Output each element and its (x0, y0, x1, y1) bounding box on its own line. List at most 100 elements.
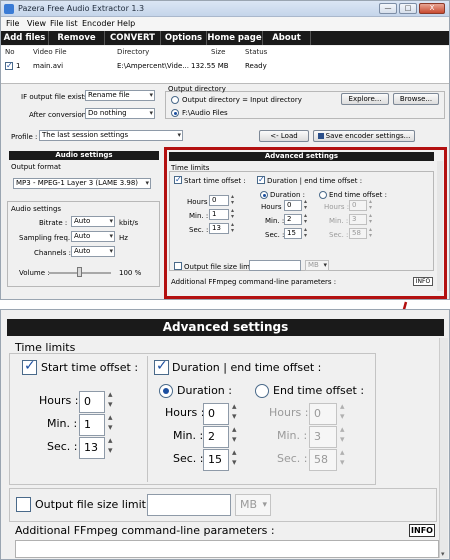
col-video-file[interactable]: Video File (33, 48, 67, 56)
toolbar: Add files Remove CONVERT Options Home pa… (1, 31, 449, 45)
explore-button[interactable]: Explore... (341, 93, 389, 105)
row-no: 1 (16, 62, 21, 70)
output-format-select[interactable]: MP3 - MPEG-1 Layer 3 (LAME 3.98) (13, 178, 151, 189)
bitrate-unit: kbit/s (119, 219, 139, 227)
zoom-dur-min-input[interactable]: 2 (203, 426, 229, 448)
volume-value: 100 % (119, 269, 142, 277)
zoom-size-unit-value: MB (240, 498, 258, 511)
zoom-end-min-input[interactable]: 3 (309, 426, 337, 448)
zoom-start-offset-checkbox[interactable] (22, 358, 37, 375)
zoom-info-button[interactable]: INFO (409, 524, 435, 537)
zoom-end-sec-label: Sec. : (277, 452, 308, 465)
browse-button[interactable]: Browse... (393, 93, 439, 105)
col-directory[interactable]: Directory (117, 48, 149, 56)
app-icon (4, 4, 14, 14)
window-title: Pazera Free Audio Extractor 1.3 (18, 4, 145, 13)
maximize-button[interactable]: □ (399, 3, 417, 14)
zoom-dropdown-icon: ▾ (262, 500, 267, 510)
zoom-dur-sec-label: Sec. : (173, 452, 204, 465)
audio-settings-header: Audio settings (9, 151, 159, 160)
scroll-down-icon[interactable]: ▾ (441, 550, 445, 558)
close-button[interactable]: X (419, 3, 445, 14)
zoom-start-hours-input[interactable]: 0 (79, 391, 105, 413)
file-list[interactable]: No Video File Directory Size Status 1 ma… (1, 46, 449, 84)
if-exists-select[interactable]: Rename file (85, 90, 155, 101)
zoom-end-min-spinner[interactable] (340, 425, 349, 448)
convert-button[interactable]: CONVERT (105, 31, 161, 45)
zoom-dur-hours-spinner[interactable] (232, 402, 241, 425)
highlight-frame (164, 147, 447, 299)
row-checkbox[interactable] (5, 61, 13, 70)
after-conversion-select[interactable]: Do nothing (85, 108, 155, 119)
zoom-start-sec-input[interactable]: 13 (79, 437, 105, 459)
zoom-duration-end-label: Duration | end time offset : (172, 361, 322, 374)
zoom-ffmpeg-params-input[interactable] (15, 540, 439, 558)
zoom-end-hours-input[interactable]: 0 (309, 403, 337, 425)
options-button[interactable]: Options (161, 31, 207, 45)
zoom-start-hours-spinner[interactable] (108, 390, 117, 413)
zoom-end-hours-spinner[interactable] (340, 402, 349, 425)
row-file[interactable]: main.avi (33, 62, 63, 70)
profile-select[interactable]: The last session settings (39, 130, 183, 141)
output-eq-input-radio[interactable] (171, 96, 179, 104)
row-dir: E:\Ampercent\Vide... (117, 62, 189, 70)
freq-unit: Hz (119, 234, 128, 242)
menu-file[interactable]: File (6, 19, 19, 28)
profile-label: Profile : (11, 133, 38, 141)
row-size: 132.55 MB (191, 62, 229, 70)
col-no[interactable]: No (5, 48, 15, 56)
zoom-duration-end-checkbox[interactable] (154, 358, 169, 375)
zoom-end-sec-spinner[interactable] (340, 448, 349, 471)
zoom-start-sec-spinner[interactable] (108, 436, 117, 459)
zoom-start-min-spinner[interactable] (108, 413, 117, 436)
save-icon (317, 133, 324, 139)
zoom-end-hours-label: Hours : (269, 406, 309, 419)
load-button[interactable]: <- Load (259, 130, 309, 142)
zoom-dur-sec-input[interactable]: 15 (203, 449, 229, 471)
home-page-button[interactable]: Home page (207, 31, 263, 45)
menu-view[interactable]: View (27, 19, 46, 28)
zoom-end-min-label: Min. : (277, 429, 308, 442)
zoom-dur-hours-label: Hours : (165, 406, 205, 419)
zoom-advanced-header: Advanced settings (7, 319, 444, 336)
save-encoder-settings-button[interactable]: Save encoder settings... (313, 130, 415, 142)
output-dir-radio[interactable] (171, 109, 179, 117)
if-exists-label: IF output file exists : (21, 93, 93, 101)
menu-file-list[interactable]: File list (50, 19, 78, 28)
add-files-button[interactable]: Add files (1, 31, 49, 45)
zoom-dur-hours-input[interactable]: 0 (203, 403, 229, 425)
output-dir-value: F:\Audio Files (182, 109, 228, 117)
zoom-scrollbar[interactable]: ▾ (439, 338, 448, 558)
col-size[interactable]: Size (211, 48, 225, 56)
zoom-divider (147, 356, 148, 482)
menu-encoder[interactable]: Encoder (82, 19, 115, 28)
about-button[interactable]: About (263, 31, 311, 45)
zoom-dur-min-label: Min. : (173, 429, 204, 442)
col-status[interactable]: Status (245, 48, 267, 56)
zoom-size-limit-input[interactable] (147, 494, 231, 516)
after-conversion-label: After conversion : (29, 111, 91, 119)
freq-select[interactable]: Auto (71, 231, 115, 242)
remove-button[interactable]: Remove (49, 31, 105, 45)
zoom-end-offset-radio[interactable] (255, 384, 269, 398)
menu-help[interactable]: Help (117, 19, 135, 28)
output-format-label: Output format (11, 163, 61, 171)
zoom-end-offset-label: End time offset : (273, 384, 365, 397)
zoom-duration-label: Duration : (177, 384, 232, 397)
bitrate-select[interactable]: Auto (71, 216, 115, 227)
zoom-size-unit-select[interactable]: MB ▾ (235, 494, 271, 516)
zoom-size-limit-checkbox[interactable] (16, 497, 31, 512)
minimize-button[interactable]: — (379, 3, 397, 14)
channels-select[interactable]: Auto (71, 246, 115, 257)
zoom-dur-sec-spinner[interactable] (232, 448, 241, 471)
zoom-end-sec-input[interactable]: 58 (309, 449, 337, 471)
volume-thumb[interactable] (77, 267, 82, 277)
audio-subsettings-label: Audio settings (11, 205, 62, 213)
volume-label: Volume : (19, 269, 50, 277)
zoom-start-min-input[interactable]: 1 (79, 414, 105, 436)
zoom-duration-radio[interactable] (159, 384, 173, 398)
zoom-start-sec-label: Sec. : (47, 440, 78, 453)
zoom-dur-min-spinner[interactable] (232, 425, 241, 448)
save-encoder-label: Save encoder settings... (325, 132, 411, 140)
channels-label: Channels : (34, 249, 71, 257)
